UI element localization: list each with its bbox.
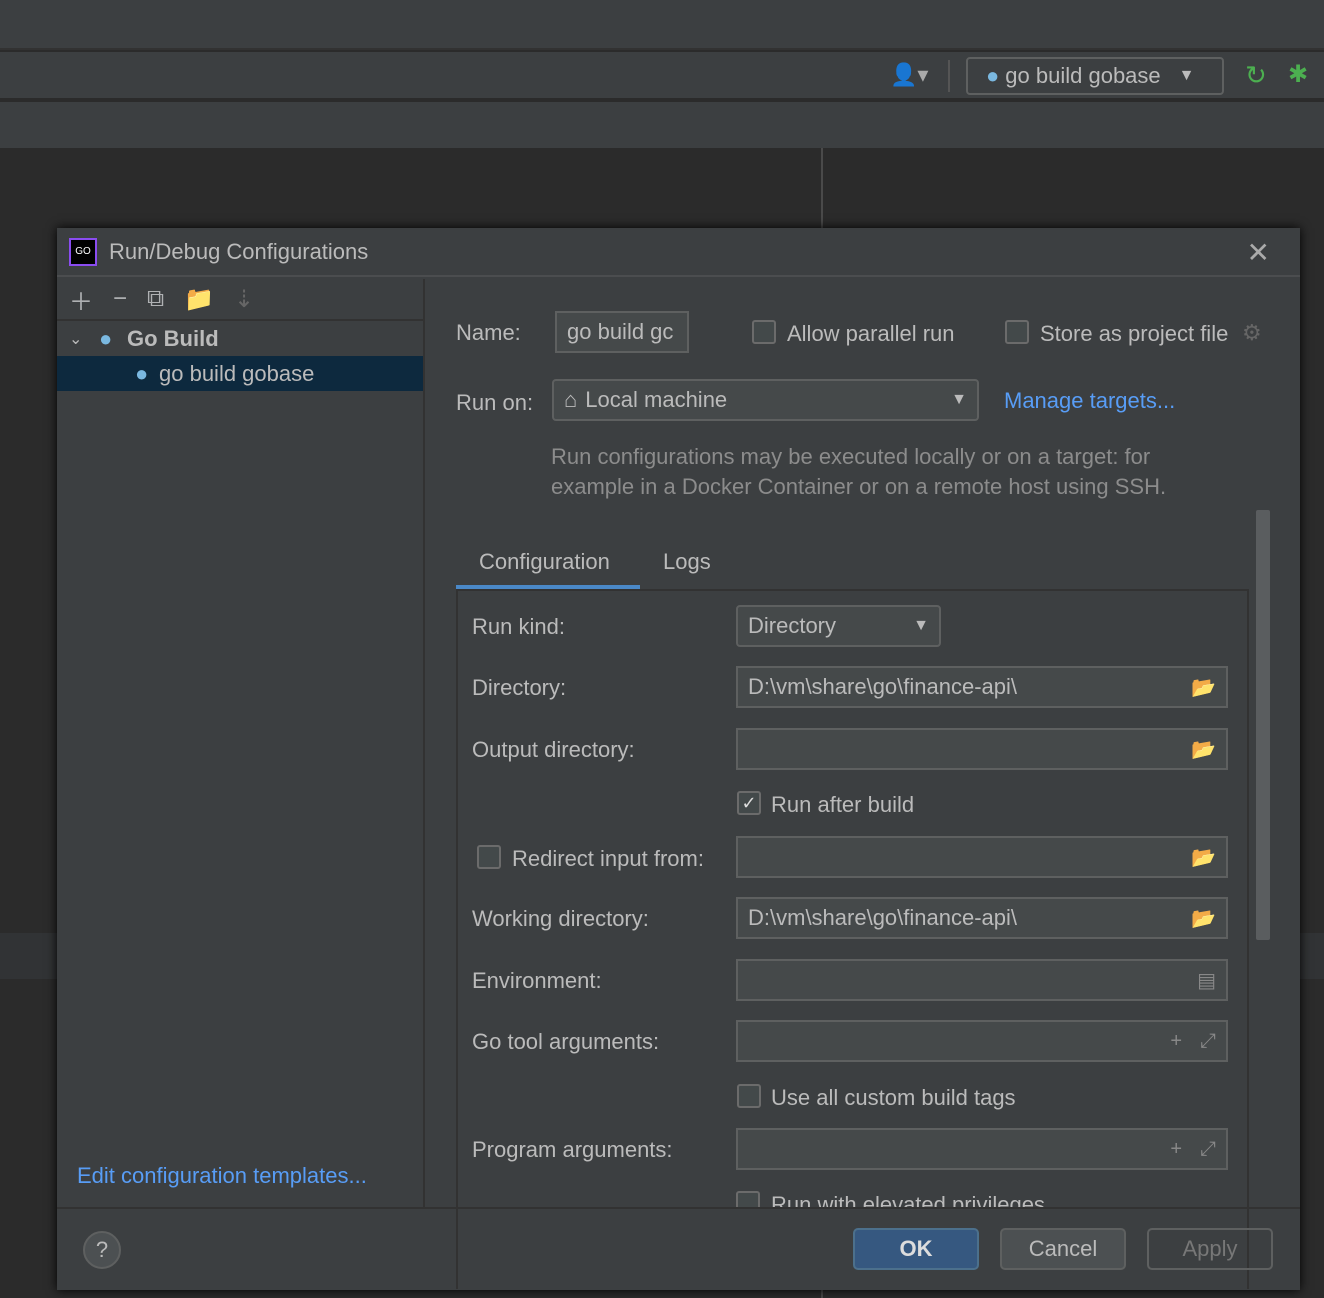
chevron-down-icon: ▼ [951,391,967,408]
program-arguments-input[interactable]: + ⤢ [736,1128,1228,1170]
config-tree-panel: ＋ − ⧉ 📁 ⇣ ⌄ ● Go Build ● go build gobase… [57,279,425,1209]
redirect-input-field[interactable]: 📂 [736,836,1228,878]
folder-icon[interactable]: 📂 [1191,906,1216,931]
toolbar-divider [948,60,950,92]
program-arguments-label: Program arguments: [472,1137,673,1162]
name-input[interactable]: go build gc [555,311,689,353]
dialog-title: Run/Debug Configurations [109,238,369,264]
debug-icon[interactable]: ✱ [1288,60,1308,89]
add-icon[interactable]: + [1170,1030,1182,1053]
footer-divider [57,1207,1300,1209]
run-after-build-checkbox[interactable]: ✓ [737,791,761,815]
tree-toolbar: ＋ − ⧉ 📁 ⇣ [57,279,423,321]
background-strip [1300,933,1324,979]
run-on-hint: Run configurations may be executed local… [551,444,1167,499]
environment-label: Environment: [472,968,602,993]
custom-build-tags-checkbox[interactable] [737,1084,761,1108]
manage-targets-link[interactable]: Manage targets... [1004,388,1175,414]
directory-input[interactable]: D:\vm\share\go\finance-api\ 📂 [736,666,1228,708]
chevron-down-icon[interactable]: ⌄ [69,329,99,349]
redirect-input-checkbox[interactable] [477,845,501,869]
run-kind-value: Directory [748,613,837,638]
tab-logs[interactable]: Logs [663,549,711,575]
directory-value: D:\vm\share\go\finance-api\ [748,674,1018,699]
allow-parallel-label: Allow parallel run [787,321,955,346]
run-config-label: go build gobase [1005,63,1161,88]
folder-icon[interactable]: 📂 [1191,845,1216,870]
cancel-label: Cancel [1028,1236,1098,1261]
scrollbar[interactable] [1256,510,1270,940]
run-kind-label: Run kind: [472,614,565,639]
copy-icon[interactable]: ⧉ [147,285,164,313]
chevron-down-icon: ▼ [913,617,929,634]
chevron-down-icon: ▼ [1178,67,1195,84]
run-debug-dialog: GO Run/Debug Configurations ✕ ＋ − ⧉ 📁 ⇣ … [57,228,1300,1290]
edit-templates-link[interactable]: Edit configuration templates... [77,1163,367,1189]
sort-icon[interactable]: ⇣ [234,285,254,314]
working-directory-label: Working directory: [472,906,649,931]
rerun-icon[interactable]: ↻ [1245,60,1267,91]
help-label: ? [95,1237,109,1262]
apply-label: Apply [1182,1236,1238,1261]
clipped-row: Run with elevated privileges [456,1190,1249,1207]
gopher-icon: ● [99,325,113,351]
go-tool-arguments-label: Go tool arguments: [472,1029,660,1054]
run-after-build-label: Run after build [771,792,915,817]
tab-configuration[interactable]: Configuration [479,549,610,575]
close-icon[interactable]: ✕ [1247,236,1270,269]
directory-label: Directory: [472,675,567,700]
custom-build-tags-label: Use all custom build tags [771,1085,1016,1110]
main-toolbar: 👤▾ ● go build gobase ▼ ↻ ✱ [0,52,1324,100]
expand-icon[interactable]: ⤢ [1200,1030,1216,1053]
document-icon[interactable]: ▤ [1197,968,1216,993]
folder-icon[interactable]: 📂 [1191,737,1216,762]
add-icon[interactable]: ＋ [69,282,93,317]
output-directory-input[interactable]: 📂 [736,728,1228,770]
name-label: Name: [456,320,521,345]
goland-logo-icon: GO [69,237,97,266]
expand-icon[interactable]: ⤢ [1200,1138,1216,1161]
user-icon[interactable]: 👤▾ [890,62,928,88]
dialog-titlebar: GO Run/Debug Configurations ✕ [57,228,1300,277]
add-icon[interactable]: + [1170,1138,1182,1161]
tab-bar [0,102,1324,148]
store-project-label: Store as project file [1040,321,1229,346]
apply-button[interactable]: Apply [1147,1228,1273,1270]
gopher-icon: ● [986,63,1000,88]
home-icon: ⌂ [564,387,578,412]
folder-icon[interactable]: 📂 [1191,675,1216,700]
output-directory-label: Output directory: [472,737,635,762]
title-bar [0,0,1324,50]
redirect-input-label: Redirect input from: [512,846,704,871]
elevated-privileges-label: Run with elevated privileges [771,1192,1045,1207]
run-on-label: Run on: [456,390,534,415]
working-directory-value: D:\vm\share\go\finance-api\ [748,905,1018,930]
environment-input[interactable]: ▤ [736,959,1228,1001]
ok-label: OK [899,1236,933,1261]
run-kind-dropdown[interactable]: Directory ▼ [736,605,941,647]
go-tool-arguments-input[interactable]: + ⤢ [736,1020,1228,1062]
store-project-checkbox[interactable] [1005,320,1029,344]
name-value: go build gc [567,319,674,344]
remove-icon[interactable]: − [113,285,127,313]
tree-group-label: Go Build [127,325,219,351]
tree-group-go-build[interactable]: ⌄ ● Go Build [57,321,423,356]
run-config-selector[interactable]: ● go build gobase ▼ [966,57,1224,95]
new-folder-icon[interactable]: 📁 [184,285,214,314]
run-on-value: Local machine [585,387,728,412]
help-button[interactable]: ? [83,1231,121,1269]
run-on-dropdown[interactable]: ⌂ Local machine ▼ [552,379,979,421]
tree-item-label: go build gobase [159,360,315,386]
working-directory-input[interactable]: D:\vm\share\go\finance-api\ 📂 [736,897,1228,939]
gear-icon[interactable]: ⚙ [1242,320,1262,346]
tree-item-go-build-gobase[interactable]: ● go build gobase [57,356,423,391]
elevated-privileges-checkbox[interactable] [736,1191,760,1207]
allow-parallel-checkbox[interactable] [752,320,776,344]
background-strip [0,933,57,979]
ok-button[interactable]: OK [853,1228,979,1270]
cancel-button[interactable]: Cancel [1000,1228,1126,1270]
gopher-icon: ● [135,360,149,386]
